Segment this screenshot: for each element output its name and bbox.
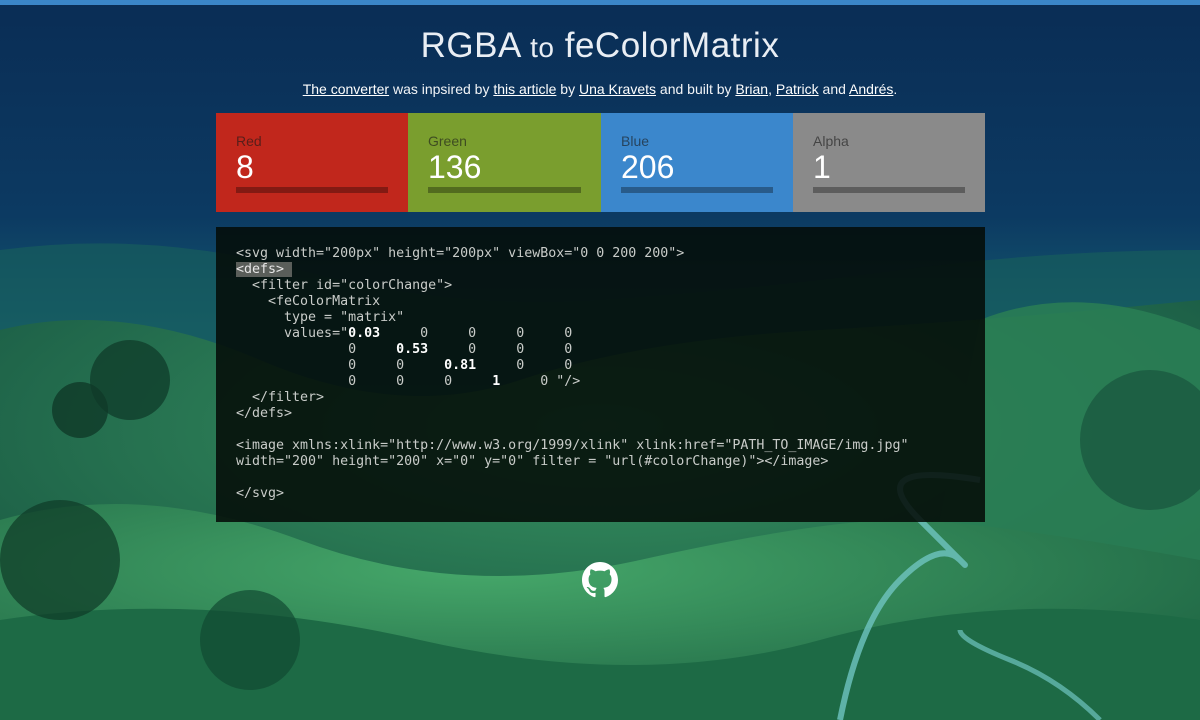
- credits-text-6: .: [893, 81, 898, 97]
- credits-text-1: was inpsired by: [389, 81, 494, 97]
- code-line: 0 "/>: [500, 374, 581, 389]
- credits-text-2: by: [556, 81, 579, 97]
- code-line: 0 0: [236, 358, 445, 373]
- red-channel: Red 8: [216, 113, 408, 212]
- channel-controls: Red 8 Green 136 Blue 206 Alpha 1: [216, 113, 985, 212]
- credits-text-3: and built by: [656, 81, 736, 97]
- code-line: 0 0: [476, 358, 573, 373]
- alpha-label: Alpha: [813, 133, 849, 149]
- alpha-slider[interactable]: [813, 187, 965, 193]
- alpha-value-input[interactable]: 1: [813, 149, 965, 185]
- title-to: to: [530, 32, 555, 63]
- code-output-panel[interactable]: <svg width="200px" height="200px" viewBo…: [216, 227, 985, 522]
- brian-link[interactable]: Brian: [735, 81, 768, 97]
- andres-link[interactable]: Andrés: [849, 81, 893, 97]
- matrix-value-r: 0.03: [348, 326, 381, 341]
- top-accent-bar: [0, 0, 1200, 5]
- credits-line: The converter was inpsired by this artic…: [0, 81, 1200, 97]
- code-line: 0 0 0 0: [380, 326, 573, 341]
- green-slider[interactable]: [428, 187, 581, 193]
- svg-code[interactable]: <svg width="200px" height="200px" viewBo…: [236, 246, 965, 502]
- code-line: <filter id="colorChange">: [236, 278, 453, 293]
- article-link[interactable]: this article: [493, 81, 556, 97]
- github-icon[interactable]: [582, 562, 618, 598]
- code-line: <image xmlns:xlink="http://www.w3.org/19…: [236, 438, 909, 453]
- red-label: Red: [236, 133, 262, 149]
- matrix-value-a: 1: [492, 374, 501, 389]
- title-fecolormatrix: feColorMatrix: [564, 26, 780, 65]
- code-line: values=": [236, 326, 349, 341]
- code-line: 0 0 0: [236, 374, 493, 389]
- code-line-selected: <defs>: [236, 262, 293, 277]
- code-line: width="200" height="200" x="0" y="0" fil…: [236, 454, 829, 469]
- red-slider[interactable]: [236, 187, 388, 193]
- credits-text-4: ,: [768, 81, 776, 97]
- code-line: </defs>: [236, 406, 293, 421]
- page-title: RGBA to feColorMatrix: [0, 26, 1200, 66]
- code-line: </svg>: [236, 486, 285, 501]
- code-line: 0: [236, 342, 397, 357]
- red-value-input[interactable]: 8: [236, 149, 388, 185]
- matrix-value-g: 0.53: [396, 342, 429, 357]
- alpha-channel: Alpha 1: [793, 113, 985, 212]
- green-channel: Green 136: [408, 113, 601, 212]
- blue-slider[interactable]: [621, 187, 773, 193]
- patrick-link[interactable]: Patrick: [776, 81, 819, 97]
- code-line: type = "matrix": [236, 310, 405, 325]
- green-value-input[interactable]: 136: [428, 149, 581, 185]
- code-line: </filter>: [236, 390, 325, 405]
- una-kravets-link[interactable]: Una Kravets: [579, 81, 656, 97]
- code-line: <svg width="200px" height="200px" viewBo…: [236, 246, 685, 261]
- matrix-value-b: 0.81: [444, 358, 477, 373]
- converter-link[interactable]: The converter: [303, 81, 389, 97]
- green-label: Green: [428, 133, 467, 149]
- blue-value-input[interactable]: 206: [621, 149, 773, 185]
- title-rgba: RGBA: [420, 26, 520, 65]
- code-line: <feColorMatrix: [236, 294, 381, 309]
- credits-text-5: and: [818, 81, 850, 97]
- blue-label: Blue: [621, 133, 650, 149]
- code-line: 0 0 0: [428, 342, 573, 357]
- blue-channel: Blue 206: [601, 113, 793, 212]
